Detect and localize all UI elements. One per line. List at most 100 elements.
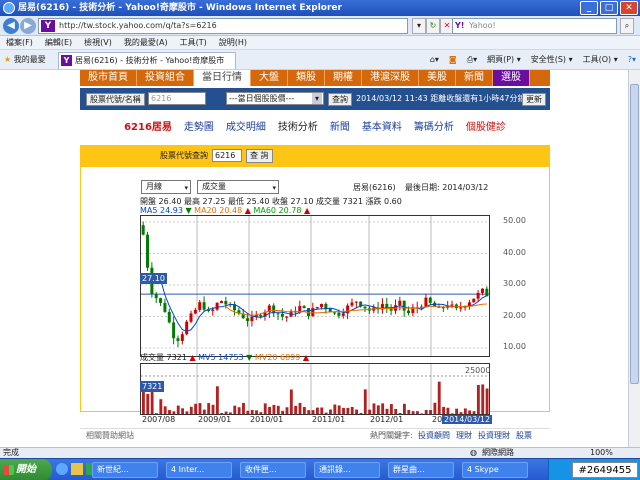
favorites-button[interactable]: ★ 我的最愛 [4,53,46,67]
page-menu[interactable]: 網頁(P) ▾ [487,53,521,67]
safety-menu[interactable]: 安全性(S) ▾ [531,53,573,67]
volume-bar [233,405,237,414]
keyword-link[interactable]: 投資顧問 [418,429,450,443]
quote-type-select[interactable]: ---當日個股股價--- ▾ [226,92,324,105]
site-nav-tab[interactable]: 當日行情 [194,70,251,86]
price-chart[interactable] [140,215,490,357]
sub-nav-link[interactable]: 成交明細 [226,114,266,142]
indicator-select[interactable]: 成交量 ▾ [197,180,279,194]
sub-nav-link[interactable]: 個股健診 [466,114,506,142]
sub-nav-link[interactable]: 新聞 [330,114,350,142]
taskbar-item[interactable]: 4 Skype [462,462,528,478]
site-nav-tab[interactable]: 港滬深股 [362,70,419,86]
sub-nav-link[interactable]: 籌碼分析 [414,114,454,142]
volume-bar [215,386,219,414]
volume-chart[interactable] [140,363,490,415]
sub-nav-link[interactable]: 走勢圖 [184,114,214,142]
site-nav-tab[interactable]: 選股 [493,70,530,86]
keyword-link[interactable]: 理財 [456,429,472,443]
volume-bar [459,412,463,414]
keyword-link[interactable]: 投資理財 [478,429,510,443]
price-axis: 50.00 40.00 30.00 20.00 10.00 [493,215,533,357]
site-nav-tab[interactable]: 期權 [325,70,362,86]
volume-bar [268,406,271,414]
candle-body [219,301,223,303]
period-select[interactable]: 月線 ▾ [141,180,191,194]
chevron-down-icon: ▾ [272,184,276,192]
date-axis-label: 2012/01 [370,415,404,424]
stock-query-input[interactable]: 6216 [212,149,242,162]
candle-body [159,298,163,303]
folder-icon[interactable] [71,463,83,475]
candle-body [185,321,189,335]
candle-body [337,312,341,316]
taskbar-item[interactable]: 新世紀... [92,462,158,478]
site-nav-tab[interactable]: 投資組合 [137,70,194,86]
stock-query-button[interactable]: 查 詢 [246,149,273,163]
help-icon[interactable]: ?▾ [628,53,636,67]
candle-body [259,314,263,317]
query-button[interactable]: 查詢 [328,93,352,106]
vertical-scrollbar[interactable] [628,70,640,447]
keyword-link[interactable]: 股票 [516,429,532,443]
volume-bar [385,408,389,414]
volume-bar [442,406,445,414]
taskbar-item[interactable]: 群星曲... [388,462,454,478]
back-icon[interactable]: ◀ [3,18,19,34]
candle-body [211,309,215,311]
search-input[interactable]: Y! Yahoo! [452,18,617,34]
tools-menu[interactable]: 工具(O) ▾ [583,53,618,67]
date-axis-label: 2007/08 [142,415,176,424]
refresh-button[interactable]: 更新 [522,93,546,106]
watermark-badge: #2649455 [572,462,638,478]
address-input[interactable]: Y http://tw.stock.yahoo.com/q/ta?s=6216 [38,18,408,34]
menu-help[interactable]: 說明(H) [219,36,247,49]
taskbar-item[interactable]: 通訊錄... [314,462,380,478]
site-nav-tab[interactable]: 大盤 [251,70,288,86]
refresh-icon[interactable]: ↻ [426,18,440,34]
candle-body [480,288,484,293]
sub-nav-link[interactable]: 6216居易 [124,114,172,142]
menu-view[interactable]: 檢視(V) [84,36,112,49]
site-nav-tab[interactable]: 股市首頁 [80,70,137,86]
start-button[interactable]: 開始 [0,459,52,480]
candle-body [302,306,306,309]
volume-chart-svg [141,364,489,414]
forward-icon[interactable]: ▶ [20,18,36,34]
scroll-thumb[interactable] [630,84,639,384]
search-icon[interactable]: ⌕ [620,18,634,34]
close-button[interactable]: ✕ [620,1,638,15]
home-icon[interactable]: ⌂▾ [430,53,439,67]
minimize-button[interactable]: _ [580,1,598,15]
up-arrow-icon: ▲ [302,353,310,362]
site-nav-tab[interactable]: 美股 [419,70,456,86]
taskbar-item[interactable]: 收件匣... [240,462,306,478]
volume-bar [324,412,328,414]
zoom-level[interactable]: 100% [590,448,613,458]
sub-nav-link[interactable]: 技術分析 [278,114,318,142]
candle-body [324,303,328,309]
chevron-down-icon: ▾ [312,93,322,104]
taskbar-item[interactable]: 4 Inter... [166,462,232,478]
site-nav-tab[interactable]: 新聞 [456,70,493,86]
print-icon[interactable]: ⎙▾ [467,53,477,67]
browser-tab[interactable]: Y 居易(6216) - 技術分析 - Yahoo!奇摩股市 [58,52,236,69]
site-nav-tab[interactable]: 類股 [288,70,325,86]
go-icon[interactable]: ▾ [412,18,426,34]
candle-body [320,303,324,308]
code-name-button[interactable]: 股票代號/名稱 [86,93,145,106]
volume-bar [485,388,489,414]
volume-bar [259,412,263,414]
maximize-button[interactable]: □ [600,1,618,15]
code-input[interactable]: 6216 [148,92,206,105]
menu-tools[interactable]: 工具(T) [180,36,207,49]
menu-favorites[interactable]: 我的最愛(A) [124,36,168,49]
rss-icon[interactable]: ◙ [449,53,457,67]
menu-edit[interactable]: 編輯(E) [45,36,72,49]
menu-file[interactable]: 檔案(F) [6,36,33,49]
candle-body [363,306,367,309]
sub-nav-link[interactable]: 基本資料 [362,114,402,142]
volume-bar [342,407,345,414]
ie-quicklaunch-icon[interactable] [56,463,68,475]
volume-bar [242,402,245,414]
